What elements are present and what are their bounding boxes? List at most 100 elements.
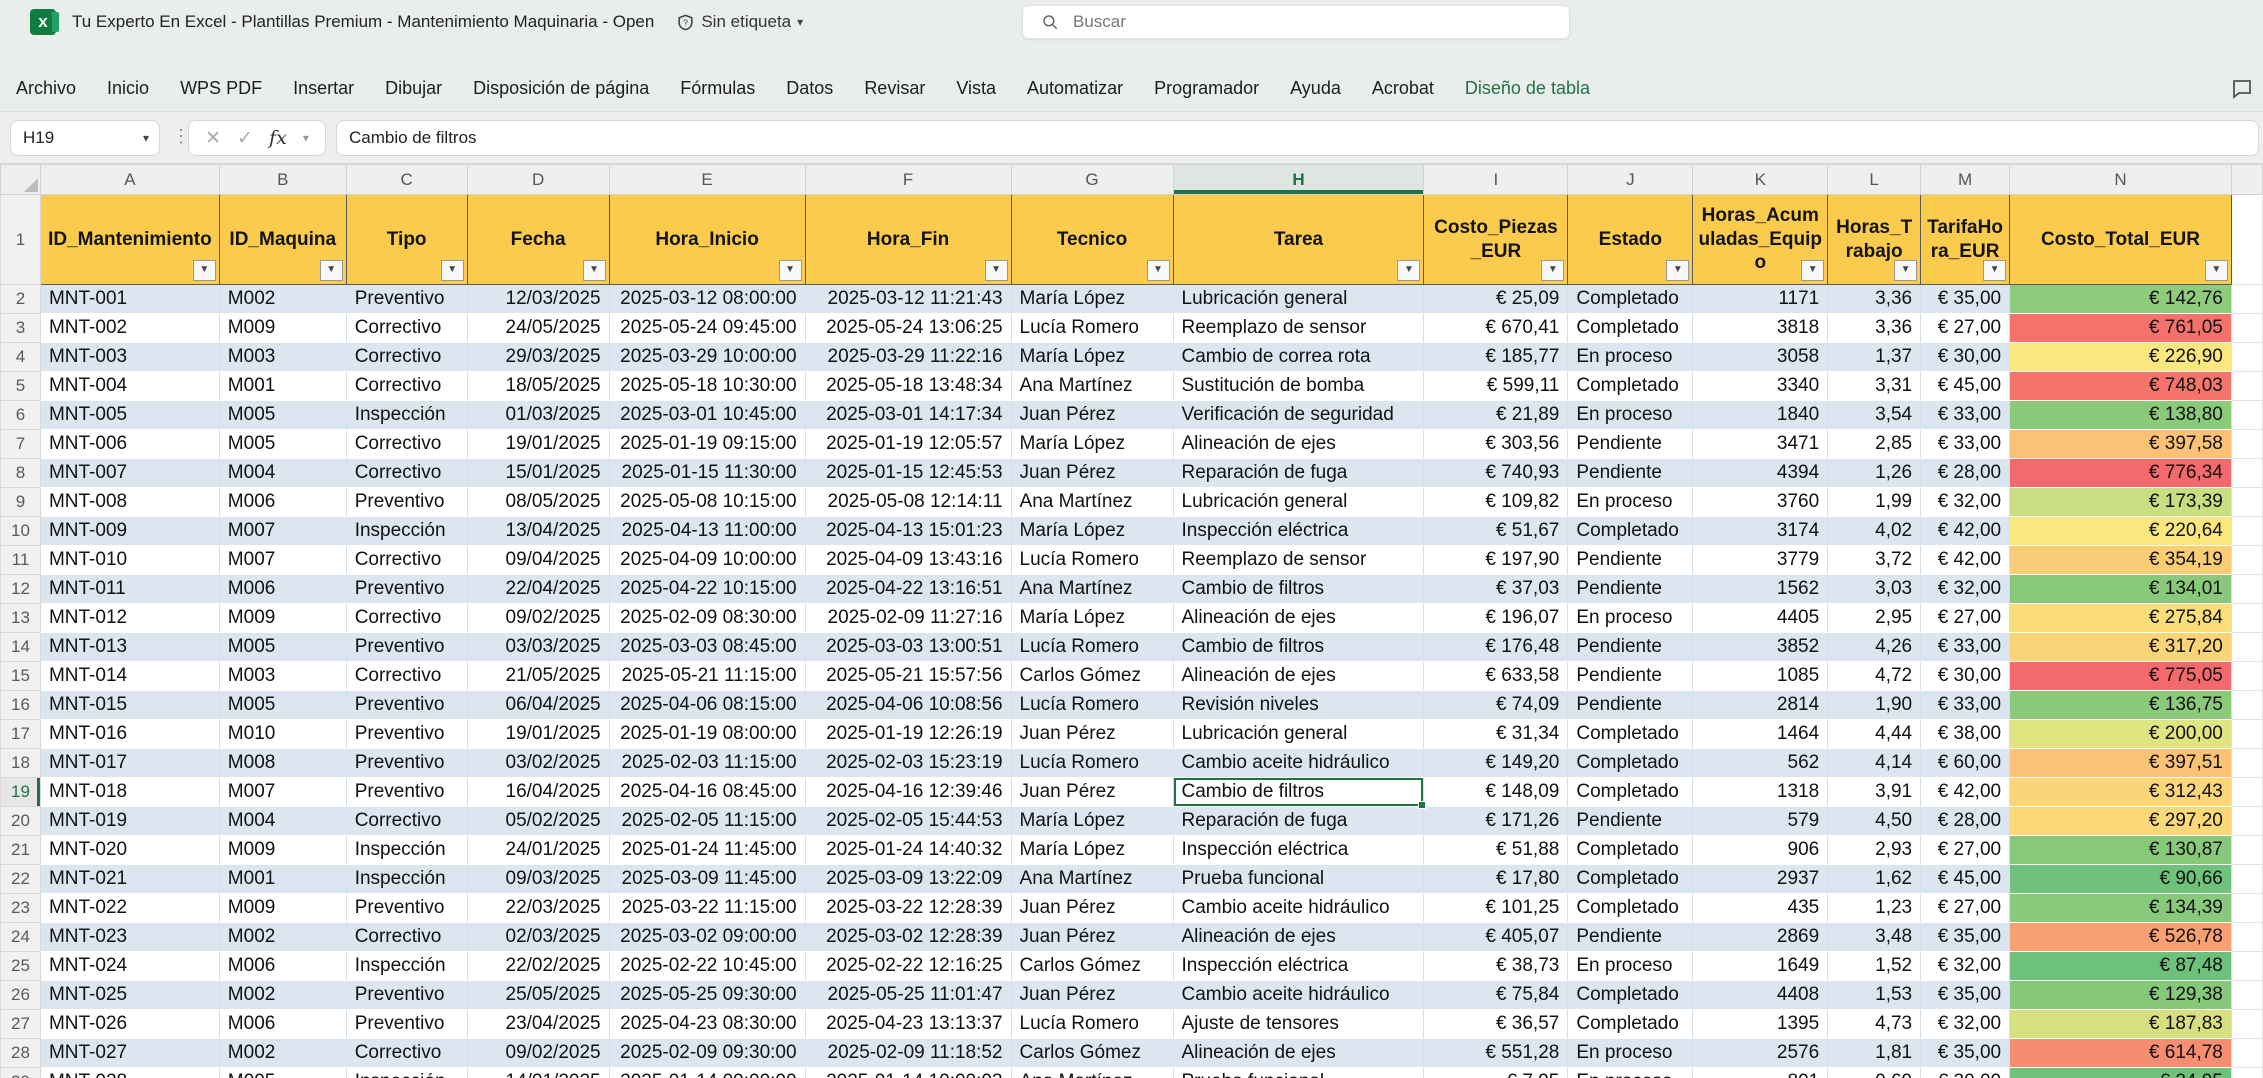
row-header-1[interactable]: 1 [1,195,41,285]
cell-C20[interactable]: Correctivo [346,807,467,836]
cell-F11[interactable]: 2025-04-09 13:43:16 [805,546,1011,575]
cell-M26[interactable]: € 35,00 [1921,981,2010,1010]
cell-C29[interactable]: Inspección [346,1068,467,1078]
cell-A29[interactable]: MNT-028 [40,1068,219,1078]
column-title-id[interactable]: ID_Mantenimiento▼ [40,195,219,285]
cell-H25[interactable]: Inspección eléctrica [1173,952,1424,981]
row-header-6[interactable]: 6 [1,401,41,430]
cell-A2[interactable]: MNT-001 [40,285,219,314]
cell-B12[interactable]: M006 [219,575,346,604]
tab-wps-pdf[interactable]: WPS PDF [180,78,262,99]
filter-button-tarea[interactable]: ▼ [1397,260,1420,281]
cell-K14[interactable]: 3852 [1693,633,1828,662]
cell-G27[interactable]: Lucía Romero [1011,1010,1173,1039]
filter-button-inicio[interactable]: ▼ [779,260,802,281]
cell-N16[interactable]: € 136,75 [2010,691,2232,720]
tab-programador[interactable]: Programador [1154,78,1259,99]
cell-D28[interactable]: 09/02/2025 [467,1039,609,1068]
cell-K24[interactable]: 2869 [1693,923,1828,952]
cell-D25[interactable]: 22/02/2025 [467,952,609,981]
cell-N15[interactable]: € 775,05 [2010,662,2232,691]
cell-I14[interactable]: € 176,48 [1424,633,1568,662]
cell-K4[interactable]: 3058 [1693,343,1828,372]
cell-E6[interactable]: 2025-03-01 10:45:00 [609,401,805,430]
cell-J28[interactable]: En proceso [1568,1039,1693,1068]
cell-B23[interactable]: M009 [219,894,346,923]
cell-M22[interactable]: € 45,00 [1921,865,2010,894]
cell-J7[interactable]: Pendiente [1568,430,1693,459]
cell-H4[interactable]: Cambio de correa rota [1173,343,1424,372]
cell-E27[interactable]: 2025-04-23 08:30:00 [609,1010,805,1039]
column-header-A[interactable]: A [40,165,219,195]
column-title-tecnico[interactable]: Tecnico▼ [1011,195,1173,285]
cell-F14[interactable]: 2025-03-03 13:00:51 [805,633,1011,662]
cell-N2[interactable]: € 142,76 [2010,285,2232,314]
cell-H29[interactable]: Prueba funcional [1173,1068,1424,1078]
cell-B16[interactable]: M005 [219,691,346,720]
cell-I28[interactable]: € 551,28 [1424,1039,1568,1068]
cell-G10[interactable]: María López [1011,517,1173,546]
cell-M16[interactable]: € 33,00 [1921,691,2010,720]
cell-K3[interactable]: 3818 [1693,314,1828,343]
cell-A22[interactable]: MNT-021 [40,865,219,894]
cell-J24[interactable]: Pendiente [1568,923,1693,952]
cell-I3[interactable]: € 670,41 [1424,314,1568,343]
cell-N9[interactable]: € 173,39 [2010,488,2232,517]
cell-H17[interactable]: Lubricación general [1173,720,1424,749]
cell-I18[interactable]: € 149,20 [1424,749,1568,778]
cell-E23[interactable]: 2025-03-22 11:15:00 [609,894,805,923]
cell-L23[interactable]: 1,23 [1828,894,1921,923]
empty-cell[interactable] [2231,923,2262,952]
cell-I2[interactable]: € 25,09 [1424,285,1568,314]
cell-I13[interactable]: € 196,07 [1424,604,1568,633]
filter-button-maquina[interactable]: ▼ [320,260,343,281]
cell-F24[interactable]: 2025-03-02 12:28:39 [805,923,1011,952]
column-header-M[interactable]: M [1921,165,2010,195]
cell-K16[interactable]: 2814 [1693,691,1828,720]
cell-E26[interactable]: 2025-05-25 09:30:00 [609,981,805,1010]
cell-A9[interactable]: MNT-008 [40,488,219,517]
cell-M21[interactable]: € 27,00 [1921,836,2010,865]
cell-H13[interactable]: Alineación de ejes [1173,604,1424,633]
cell-C28[interactable]: Correctivo [346,1039,467,1068]
cell-G8[interactable]: Juan Pérez [1011,459,1173,488]
cell-I6[interactable]: € 21,89 [1424,401,1568,430]
cell-G21[interactable]: María López [1011,836,1173,865]
cell-N25[interactable]: € 87,48 [2010,952,2232,981]
cell-D15[interactable]: 21/05/2025 [467,662,609,691]
cell-D23[interactable]: 22/03/2025 [467,894,609,923]
empty-cell[interactable] [2231,488,2262,517]
cell-A16[interactable]: MNT-015 [40,691,219,720]
cell-D18[interactable]: 03/02/2025 [467,749,609,778]
cell-K18[interactable]: 562 [1693,749,1828,778]
cell-L15[interactable]: 4,72 [1828,662,1921,691]
cell-I11[interactable]: € 197,90 [1424,546,1568,575]
cell-M11[interactable]: € 42,00 [1921,546,2010,575]
cell-I29[interactable]: € 7,95 [1424,1068,1568,1078]
cell-E3[interactable]: 2025-05-24 09:45:00 [609,314,805,343]
row-header-22[interactable]: 22 [1,865,41,894]
cell-M19[interactable]: € 42,00 [1921,778,2010,807]
cell-J19[interactable]: Completado [1568,778,1693,807]
cell-B19[interactable]: M007 [219,778,346,807]
cell-N5[interactable]: € 748,03 [2010,372,2232,401]
row-header-24[interactable]: 24 [1,923,41,952]
cell-J5[interactable]: Completado [1568,372,1693,401]
row-header-17[interactable]: 17 [1,720,41,749]
cell-H14[interactable]: Cambio de filtros [1173,633,1424,662]
active-cell[interactable]: Cambio de filtros [1173,778,1424,807]
select-all-corner[interactable] [1,165,41,195]
cell-H10[interactable]: Inspección eléctrica [1173,517,1424,546]
cell-B29[interactable]: M005 [219,1068,346,1078]
cell-L14[interactable]: 4,26 [1828,633,1921,662]
cell-L27[interactable]: 4,73 [1828,1010,1921,1039]
cell-N20[interactable]: € 297,20 [2010,807,2232,836]
cell-A12[interactable]: MNT-011 [40,575,219,604]
cell-D29[interactable]: 14/01/2025 [467,1068,609,1078]
empty-cell[interactable] [2231,343,2262,372]
cell-B27[interactable]: M006 [219,1010,346,1039]
cell-K28[interactable]: 2576 [1693,1039,1828,1068]
cell-H18[interactable]: Cambio aceite hidráulico [1173,749,1424,778]
column-title-fecha[interactable]: Fecha▼ [467,195,609,285]
cell-N17[interactable]: € 200,00 [2010,720,2232,749]
